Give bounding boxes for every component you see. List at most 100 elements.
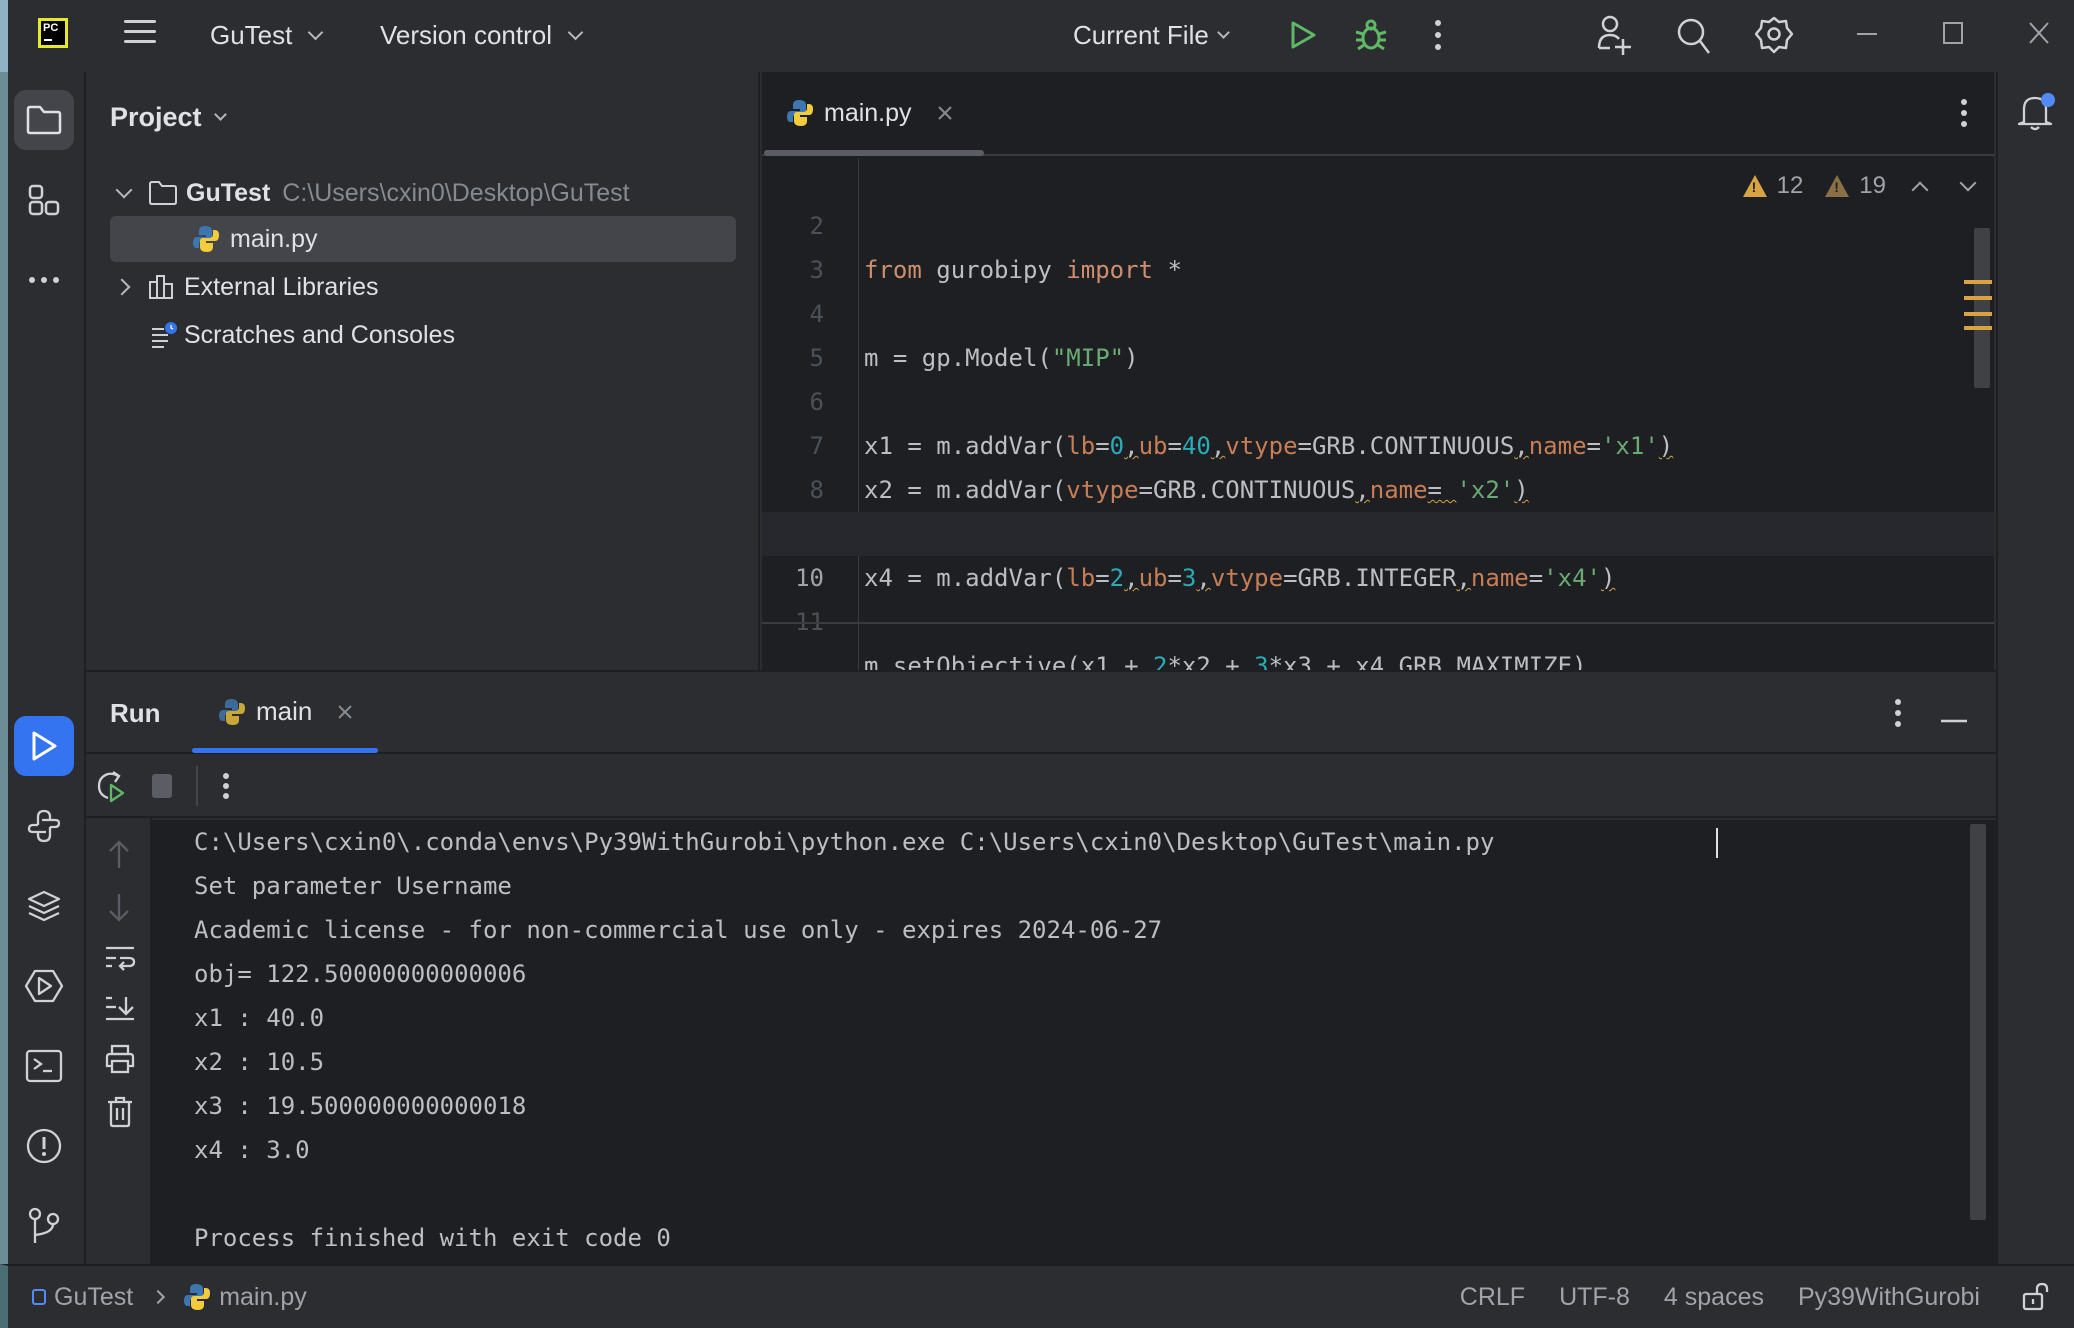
clear-all-button[interactable] bbox=[106, 1096, 134, 1133]
next-highlight-icon[interactable] bbox=[1959, 174, 1977, 192]
print-button[interactable] bbox=[104, 1044, 136, 1079]
run-panel-options-button[interactable] bbox=[1894, 698, 1902, 733]
project-panel-title[interactable]: Project bbox=[110, 102, 227, 133]
debug-button[interactable] bbox=[1352, 16, 1390, 54]
run-panel-header: Run main bbox=[86, 672, 1996, 754]
debug-icon bbox=[1355, 19, 1387, 51]
run-more-button[interactable] bbox=[222, 772, 230, 805]
editor-scrollbar-thumb[interactable] bbox=[1974, 228, 1990, 388]
editor-tab-bar: main.py bbox=[762, 72, 1994, 156]
vcs-selector[interactable]: Version control bbox=[380, 20, 584, 51]
project-selector[interactable]: GuTest bbox=[210, 20, 324, 51]
soft-wrap-button[interactable] bbox=[104, 944, 136, 977]
warning-count: 12 bbox=[1776, 172, 1804, 199]
weak-warning-icon bbox=[1825, 175, 1850, 197]
minimize-button[interactable] bbox=[1852, 24, 1882, 44]
problems-tool-button[interactable] bbox=[14, 1116, 74, 1176]
run-tab-main[interactable]: main bbox=[218, 696, 354, 727]
console-line: Process finished with exit code 0 bbox=[194, 1224, 671, 1252]
code-line: 11 m.setObjective(x1 + 2*x2 + 3*x3 + x4,… bbox=[762, 556, 1994, 670]
previous-highlight-icon[interactable] bbox=[1911, 181, 1929, 199]
more-icon bbox=[1895, 699, 1901, 727]
warning-stripe-marker[interactable] bbox=[1964, 312, 1992, 316]
close-tab-icon[interactable] bbox=[336, 703, 354, 721]
tree-item-main-py[interactable]: main.py bbox=[110, 216, 736, 262]
encoding-widget[interactable]: UTF-8 bbox=[1559, 1283, 1630, 1312]
scratches-icon bbox=[152, 322, 177, 348]
status-bar-widgets: CRLF UTF-8 4 spaces Py39WithGurobi bbox=[1460, 1267, 2074, 1327]
interpreter-widget[interactable]: Py39WithGurobi bbox=[1798, 1283, 1980, 1312]
tree-item-external-libraries[interactable]: External Libraries bbox=[110, 264, 736, 310]
chevron-down-icon bbox=[308, 24, 324, 41]
pycharm-logo[interactable]: PC bbox=[38, 18, 68, 48]
scroll-down-button[interactable] bbox=[104, 890, 134, 929]
chevron-down-icon bbox=[213, 108, 227, 121]
project-tool-button[interactable] bbox=[14, 90, 74, 150]
stop-button[interactable] bbox=[152, 774, 172, 798]
code-area[interactable]: 2 from gurobipy import * 3 4 m = gp.Mode… bbox=[762, 158, 1994, 670]
python-packages-tool-button[interactable] bbox=[14, 876, 74, 936]
scroll-to-end-button[interactable] bbox=[104, 994, 136, 1027]
structure-icon bbox=[28, 184, 60, 216]
python-console-tool-button[interactable] bbox=[14, 796, 74, 856]
inspection-widget[interactable]: 12 19 bbox=[1742, 172, 1977, 200]
rerun-button[interactable] bbox=[96, 770, 128, 809]
indent-widget[interactable]: 4 spaces bbox=[1664, 1283, 1764, 1312]
console-scrollbar-thumb[interactable] bbox=[1970, 824, 1986, 1220]
line-separator-widget[interactable]: CRLF bbox=[1460, 1283, 1525, 1312]
editor-h-scrollbar[interactable] bbox=[762, 622, 1994, 624]
more-actions-button[interactable] bbox=[1428, 16, 1448, 54]
warning-stripe-marker[interactable] bbox=[1964, 296, 1992, 300]
chevron-down-icon bbox=[115, 181, 133, 199]
run-tool-button[interactable] bbox=[14, 716, 74, 776]
more-tools-button[interactable] bbox=[14, 250, 74, 310]
close-window-button[interactable] bbox=[2024, 18, 2054, 48]
code-with-me-button[interactable] bbox=[1594, 14, 1634, 56]
active-tab-indicator bbox=[192, 748, 378, 753]
tree-item-scratches[interactable]: Scratches and Consoles bbox=[110, 312, 736, 358]
scroll-up-button[interactable] bbox=[104, 838, 134, 877]
services-tool-button[interactable] bbox=[14, 956, 74, 1016]
unlocked-icon[interactable] bbox=[2022, 1281, 2050, 1313]
structure-tool-button[interactable] bbox=[14, 170, 74, 230]
python-file-icon bbox=[787, 100, 813, 126]
search-icon bbox=[1677, 18, 1710, 54]
notifications-button[interactable] bbox=[2016, 92, 2058, 137]
more-tools-icon bbox=[29, 277, 59, 283]
code-line: 6 x1 = m.addVar(lb=0,ub=40,vtype=GRB.CON… bbox=[762, 336, 1994, 460]
hide-panel-button[interactable] bbox=[1940, 710, 1968, 728]
weak-warning-count: 19 bbox=[1859, 172, 1886, 199]
maximize-button[interactable] bbox=[1938, 18, 1968, 48]
git-tool-button[interactable] bbox=[14, 1196, 74, 1256]
soft-wrap-icon bbox=[106, 946, 136, 971]
main-py-label: main.py bbox=[230, 224, 318, 253]
tab-scroll-indicator bbox=[764, 150, 984, 156]
breadcrumb-project[interactable]: GuTest bbox=[54, 1283, 133, 1312]
breadcrumb: GuTest main.py bbox=[32, 1282, 307, 1312]
settings-button[interactable] bbox=[1754, 14, 1794, 56]
git-icon bbox=[28, 1207, 60, 1243]
module-icon bbox=[32, 1289, 46, 1305]
left-tool-strip bbox=[0, 72, 86, 1264]
terminal-tool-button[interactable] bbox=[14, 1036, 74, 1096]
tree-item-project-root[interactable]: GuTest C:\Users\cxin0\Desktop\GuTest bbox=[110, 170, 736, 216]
editor-more-button[interactable] bbox=[1960, 98, 1968, 133]
close-icon bbox=[2029, 22, 2049, 44]
run-button[interactable] bbox=[1286, 18, 1320, 52]
console-line: x1 : 40.0 bbox=[194, 1004, 325, 1032]
run-tab-label: main bbox=[256, 696, 313, 726]
add-user-icon bbox=[1597, 15, 1631, 55]
search-button[interactable] bbox=[1674, 16, 1714, 56]
run-config-selector[interactable]: Current File bbox=[1073, 20, 1230, 51]
code-editor: main.py 2 from gurobipy import * 3 4 m =… bbox=[762, 72, 1994, 670]
editor-tab-main-py[interactable]: main.py bbox=[786, 98, 954, 128]
code-line: 7 x2 = m.addVar(vtype=GRB.CONTINUOUS,nam… bbox=[762, 380, 1994, 504]
console-output[interactable]: C:\Users\cxin0\.conda\envs\Py39WithGurob… bbox=[152, 820, 1996, 1266]
console-line: obj= 122.50000000000006 bbox=[194, 960, 527, 988]
breadcrumb-file[interactable]: main.py bbox=[219, 1283, 307, 1312]
warning-stripe-marker[interactable] bbox=[1964, 280, 1992, 284]
more-icon bbox=[1961, 99, 1967, 127]
close-tab-icon[interactable] bbox=[936, 104, 954, 122]
warning-stripe-marker[interactable] bbox=[1964, 326, 1992, 330]
main-menu-icon[interactable] bbox=[124, 20, 156, 46]
